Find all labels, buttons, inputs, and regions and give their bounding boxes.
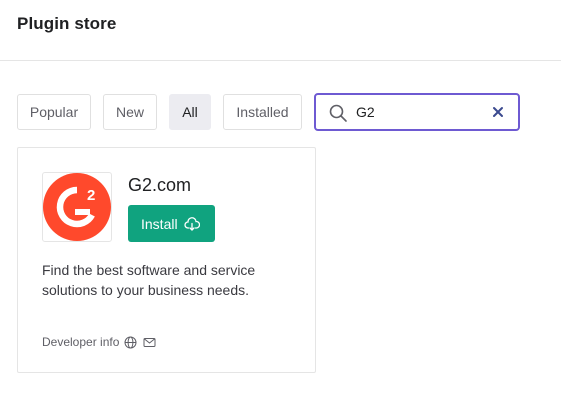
filter-new-button[interactable]: New [103,94,157,130]
header: Plugin store [0,0,561,61]
filter-all-button[interactable]: All [169,94,211,130]
install-label: Install [141,215,178,232]
search-box[interactable] [314,93,520,131]
search-input[interactable] [356,101,476,123]
search-icon [329,104,347,122]
clear-search-icon[interactable] [491,105,505,119]
globe-icon[interactable] [124,336,137,349]
install-button[interactable]: Install [128,205,215,242]
g2-logo-icon: 2 [43,173,111,241]
plugin-description: Find the best software and service solut… [42,262,256,298]
plugin-logo: 2 [42,172,112,242]
cloud-download-icon [184,216,200,231]
svg-text:2: 2 [87,187,95,204]
mail-icon[interactable] [143,336,156,349]
plugin-card: 2 G2.com Install Find the best software … [17,147,316,373]
plugin-name: G2.com [128,175,192,195]
filter-popular-button[interactable]: Popular [17,94,91,130]
developer-info: Developer info [42,335,156,349]
developer-info-label: Developer info [42,335,120,349]
page-title: Plugin store [17,14,117,33]
filter-installed-button[interactable]: Installed [223,94,302,130]
